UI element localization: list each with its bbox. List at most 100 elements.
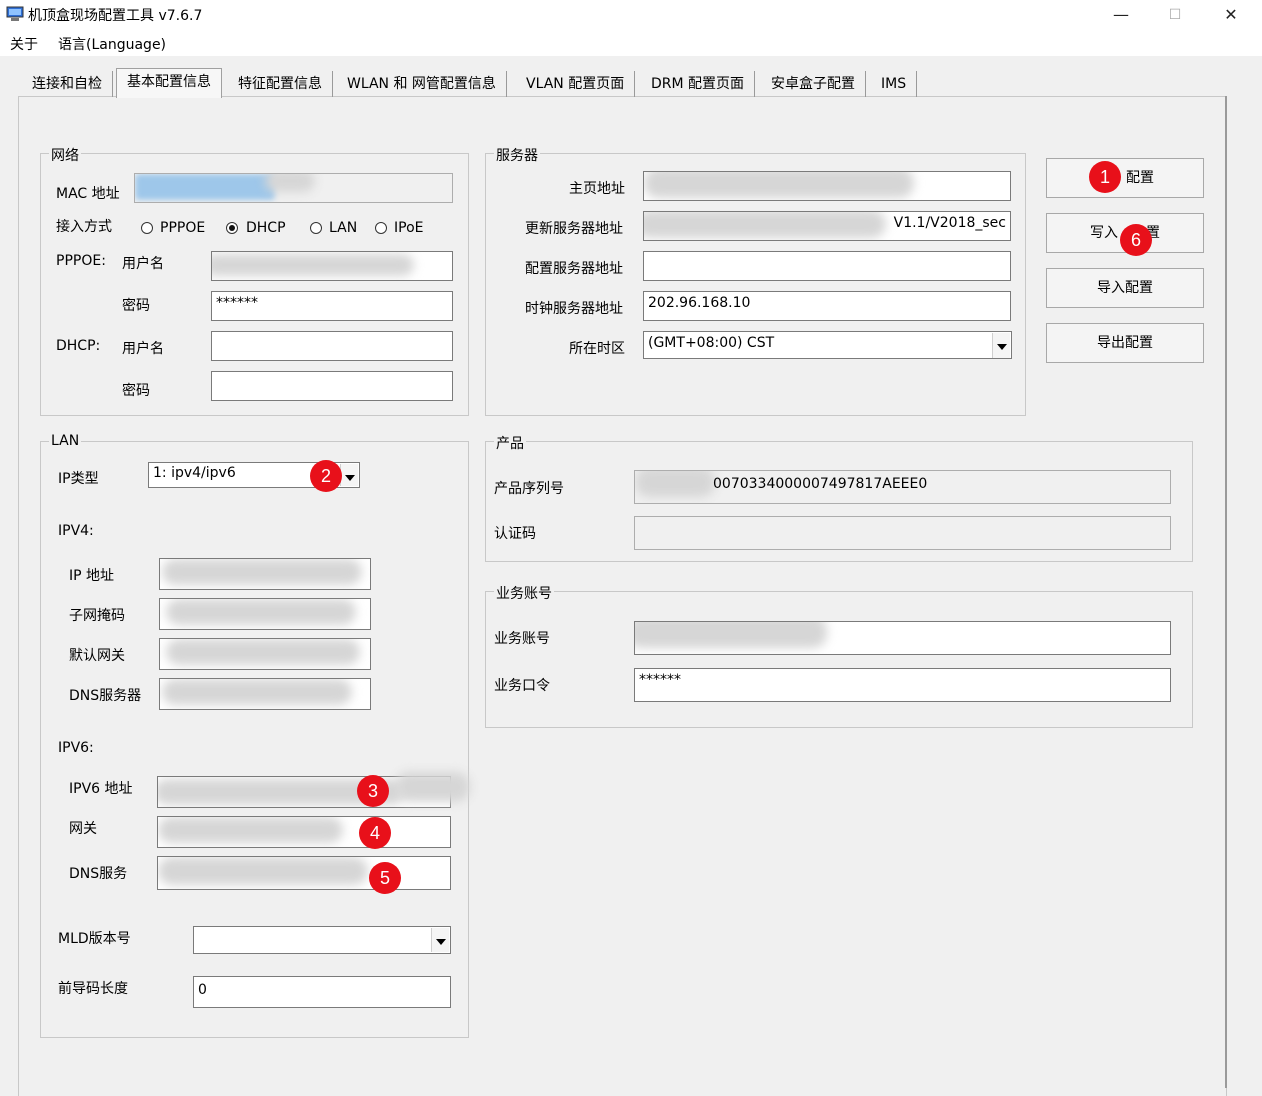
clock-server-label: 时钟服务器地址 [525, 301, 623, 317]
dns-server-field[interactable] [159, 678, 371, 710]
menu-bar: 关于 语言(Language) [0, 30, 1262, 56]
radio-dhcp[interactable] [226, 222, 238, 234]
annotation-marker-1: 1 [1089, 161, 1121, 193]
config-server-field[interactable] [643, 251, 1011, 281]
pppoe-username-field[interactable] [211, 251, 453, 281]
pppoe-label: PPPOE: [56, 253, 106, 269]
serial-label: 产品序列号 [494, 481, 564, 497]
chevron-down-icon[interactable] [992, 333, 1010, 358]
mac-field[interactable] [134, 173, 453, 203]
title-bar: 机顶盒现场配置工具 v7.6.7 — ☐ ✕ [0, 0, 1262, 30]
write-config-label-a: 写入 [1090, 225, 1118, 241]
radio-ipoe-label: IPoE [394, 220, 424, 236]
ipv6-address-label: IPV6 地址 [69, 781, 133, 797]
tab-vlan-config[interactable]: VLAN 配置页面 [516, 71, 636, 97]
chevron-down-icon[interactable] [340, 464, 358, 486]
pppoe-password-field[interactable]: ****** [211, 291, 453, 321]
clock-server-field[interactable]: 202.96.168.10 [643, 291, 1011, 321]
chevron-down-icon[interactable] [431, 928, 449, 952]
radio-pppoe-label: PPPOE [160, 220, 206, 236]
tab-wlan-config[interactable]: WLAN 和 网管配置信息 [337, 71, 507, 97]
ipv6-dns-field[interactable] [157, 856, 451, 890]
lan-group-title: LAN [49, 433, 82, 449]
subnet-mask-label: 子网掩码 [69, 608, 125, 624]
dhcp-username-field[interactable] [211, 331, 453, 361]
ip-type-value: 1: ipv4/ipv6 [153, 465, 236, 481]
dhcp-password-label: 密码 [122, 383, 150, 399]
read-config-label: 配置 [1126, 170, 1154, 186]
server-group-title: 服务器 [494, 145, 540, 165]
tab-connect-selftest[interactable]: 连接和自检 [22, 71, 113, 97]
ipv4-address-field[interactable] [159, 558, 371, 590]
radio-dhcp-label: DHCP [246, 220, 286, 236]
annotation-marker-2: 2 [310, 460, 342, 492]
auth-code-field[interactable] [634, 516, 1171, 550]
mac-label: MAC 地址 [56, 186, 120, 202]
service-password-label: 业务口令 [494, 678, 550, 694]
tab-android-config[interactable]: 安卓盒子配置 [761, 71, 866, 97]
ipv6-header: IPV6: [58, 740, 94, 756]
menu-about[interactable]: 关于 [10, 34, 38, 54]
service-password-field[interactable]: ****** [634, 668, 1171, 702]
ipv6-gateway-field[interactable] [157, 816, 451, 848]
radio-lan[interactable] [310, 222, 322, 234]
config-server-label: 配置服务器地址 [525, 261, 623, 277]
prefix-length-label: 前导码长度 [58, 981, 128, 997]
product-group-title: 产品 [494, 433, 526, 453]
ip-type-label: IP类型 [58, 471, 99, 487]
window-title: 机顶盒现场配置工具 v7.6.7 [28, 8, 203, 24]
ipv6-gateway-label: 网关 [69, 821, 97, 837]
annotation-marker-6: 6 [1120, 224, 1152, 256]
redaction-smudge [395, 772, 470, 802]
update-server-label: 更新服务器地址 [525, 221, 623, 237]
dhcp-password-field[interactable] [211, 371, 453, 401]
tab-feature-config[interactable]: 特征配置信息 [228, 71, 333, 97]
radio-ipoe[interactable] [375, 222, 387, 234]
ipv4-header: IPV4: [58, 523, 94, 539]
tab-basic-config[interactable]: 基本配置信息 [116, 68, 222, 98]
minimize-button[interactable]: — [1098, 0, 1144, 30]
default-gateway-label: 默认网关 [69, 648, 125, 664]
account-group-title: 业务账号 [494, 583, 554, 603]
annotation-marker-3: 3 [357, 775, 389, 807]
radio-lan-label: LAN [329, 220, 358, 236]
pppoe-password-label: 密码 [122, 298, 150, 314]
prefix-length-field[interactable]: 0 [193, 976, 451, 1008]
app-computer-icon [6, 6, 24, 21]
update-server-value: V1.1/V2018_sec [893, 215, 1006, 231]
dns-server-label: DNS服务器 [69, 688, 142, 704]
pppoe-username-label: 用户名 [122, 256, 164, 272]
default-gateway-field[interactable] [159, 638, 371, 670]
timezone-label: 所在时区 [569, 341, 625, 357]
home-url-label: 主页地址 [569, 181, 625, 197]
auth-code-label: 认证码 [494, 526, 536, 542]
network-group-title: 网络 [49, 145, 81, 165]
service-account-field[interactable] [634, 621, 1171, 655]
serial-field[interactable]: 0070334000007497817AEEE0 [634, 470, 1171, 504]
menu-language[interactable]: 语言(Language) [58, 34, 166, 54]
serial-value: 0070334000007497817AEEE0 [713, 476, 928, 492]
annotation-marker-5: 5 [369, 862, 401, 894]
mld-version-label: MLD版本号 [58, 931, 131, 947]
dhcp-label: DHCP: [56, 338, 101, 354]
close-button[interactable]: ✕ [1208, 0, 1254, 30]
read-config-button[interactable]: 配置 [1046, 158, 1204, 198]
update-server-field[interactable]: V1.1/V2018_sec [643, 211, 1011, 241]
ipv6-dns-label: DNS服务 [69, 866, 128, 882]
maximize-button[interactable]: ☐ [1152, 0, 1198, 30]
home-url-field[interactable] [643, 171, 1011, 201]
import-config-button[interactable]: 导入配置 [1046, 268, 1204, 308]
tab-page-edge [1225, 96, 1227, 1088]
subnet-mask-field[interactable] [159, 598, 371, 630]
export-config-button[interactable]: 导出配置 [1046, 323, 1204, 363]
ipv4-address-label: IP 地址 [69, 568, 115, 584]
access-mode-label: 接入方式 [56, 219, 112, 235]
mld-version-select[interactable] [193, 926, 451, 954]
timezone-value: (GMT+08:00) CST [648, 335, 775, 351]
dhcp-username-label: 用户名 [122, 341, 164, 357]
tab-ims[interactable]: IMS [871, 71, 918, 97]
account-group [485, 591, 1193, 728]
timezone-select[interactable]: (GMT+08:00) CST [643, 331, 1012, 359]
radio-pppoe[interactable] [141, 222, 153, 234]
tab-drm-config[interactable]: DRM 配置页面 [641, 71, 756, 97]
